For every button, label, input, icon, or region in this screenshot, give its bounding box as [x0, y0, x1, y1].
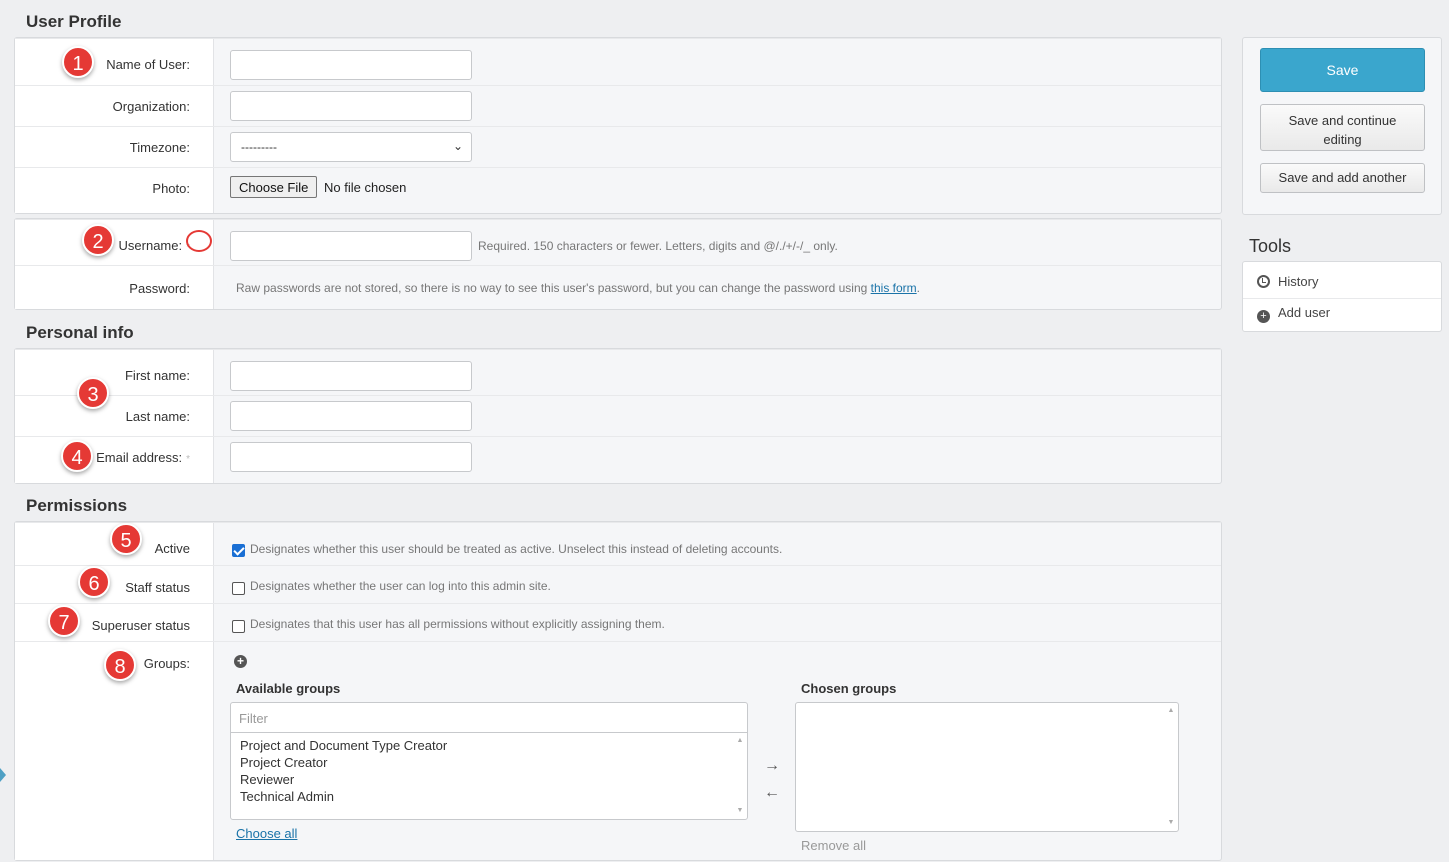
save-continue-button[interactable]: Save and continue editing: [1260, 104, 1425, 151]
section-title-user-profile: User Profile: [26, 12, 122, 31]
choose-file-button[interactable]: Choose File: [230, 176, 318, 198]
choose-all-link[interactable]: Choose all: [236, 826, 297, 841]
email-label: Email address: *: [0, 450, 190, 465]
chosen-groups-box[interactable]: ▲ ▼: [795, 702, 1179, 832]
last-name-label: Last name:: [125, 409, 190, 424]
scroll-up-icon[interactable]: ▲: [1166, 707, 1176, 714]
available-groups-box: Filter Project and Document Type Creator…: [230, 702, 748, 820]
available-groups-title: Available groups: [236, 681, 341, 696]
permissions-panel: Active Designates whether this user shou…: [14, 521, 1222, 861]
timezone-label: Timezone:: [129, 140, 190, 155]
scroll-down-icon[interactable]: ▼: [1166, 819, 1176, 826]
change-password-link[interactable]: this form: [871, 281, 917, 295]
arrow-right-icon[interactable]: →: [764, 757, 780, 775]
history-label: History: [1278, 274, 1319, 289]
timezone-select[interactable]: --------- ⌄: [230, 132, 472, 162]
scroll-up-icon[interactable]: ▲: [735, 737, 745, 744]
chosen-groups-title: Chosen groups: [801, 681, 897, 696]
list-item[interactable]: Technical Admin: [240, 789, 334, 804]
username-input[interactable]: [230, 231, 472, 261]
filter-placeholder: Filter: [239, 711, 268, 726]
username-help: Required. 150 characters or fewer. Lette…: [478, 239, 838, 253]
staff-status-checkbox[interactable]: [232, 582, 245, 595]
first-name-input[interactable]: [230, 361, 472, 391]
active-checkbox[interactable]: [232, 544, 245, 557]
photo-label: Photo:: [152, 181, 190, 196]
user-profile-panel: Name of User: Organization: Timezone: --…: [14, 37, 1222, 214]
name-of-user-input[interactable]: [230, 50, 472, 80]
actions-box: Save Save and continue editing Save and …: [1242, 37, 1442, 215]
filter-input[interactable]: Filter: [231, 703, 747, 733]
section-title-personal-info: Personal info: [26, 323, 134, 342]
highlight-circle: [186, 230, 212, 252]
annotation-badge-7: 7: [48, 605, 80, 637]
password-help: Raw passwords are not stored, so there i…: [236, 281, 920, 295]
sidebar-toggle-icon[interactable]: [0, 768, 6, 782]
clock-icon: [1257, 275, 1270, 288]
annotation-badge-3: 3: [77, 377, 109, 409]
save-button[interactable]: Save: [1260, 48, 1425, 92]
annotation-badge-4: 4: [61, 440, 93, 472]
superuser-status-checkbox[interactable]: [232, 620, 245, 633]
required-mark: *: [186, 454, 190, 465]
add-group-icon[interactable]: +: [234, 655, 247, 668]
organization-input[interactable]: [230, 91, 472, 121]
list-item[interactable]: Reviewer: [240, 772, 294, 787]
annotation-badge-5: 5: [110, 523, 142, 555]
list-item[interactable]: Project Creator: [240, 755, 327, 770]
superuser-status-label: Superuser status: [91, 618, 190, 633]
password-help-end: .: [916, 281, 920, 295]
groups-label: Groups:: [143, 656, 190, 671]
history-link[interactable]: History: [1257, 274, 1318, 289]
remove-all-link[interactable]: Remove all: [801, 838, 866, 853]
annotation-badge-8: 8: [104, 649, 136, 681]
file-status-text: No file chosen: [324, 180, 407, 195]
active-label: Active: [154, 541, 190, 556]
scroll-down-icon[interactable]: ▼: [735, 807, 745, 814]
username-label-text: Username:: [118, 238, 183, 253]
personal-info-panel: First name: Last name: Email address: *: [14, 348, 1222, 484]
email-input[interactable]: [230, 442, 472, 472]
chevron-down-icon: ⌄: [452, 139, 463, 153]
password-help-text: Raw passwords are not stored, so there i…: [236, 281, 868, 295]
annotation-badge-1: 1: [62, 46, 94, 78]
save-add-another-button[interactable]: Save and add another: [1260, 163, 1425, 193]
organization-label: Organization:: [112, 99, 190, 114]
tools-box: History + Add user: [1242, 261, 1442, 332]
superuser-status-help: Designates that this user has all permis…: [250, 617, 665, 631]
annotation-badge-2: 2: [82, 224, 114, 256]
email-label-text: Email address:: [96, 450, 183, 465]
staff-status-help: Designates whether the user can log into…: [250, 579, 551, 593]
timezone-value: ---------: [241, 140, 277, 154]
password-label: Password:: [129, 281, 190, 296]
annotation-badge-6: 6: [78, 566, 110, 598]
add-user-label: Add user: [1278, 305, 1331, 320]
last-name-input[interactable]: [230, 401, 472, 431]
active-help: Designates whether this user should be t…: [250, 542, 783, 556]
add-user-link[interactable]: + Add user: [1257, 305, 1330, 323]
section-title-permissions: Permissions: [26, 496, 128, 515]
plus-circle-icon: +: [1257, 310, 1270, 323]
arrow-left-icon[interactable]: ←: [764, 784, 780, 802]
tools-title: Tools: [1249, 236, 1292, 256]
name-of-user-label: Name of User:: [106, 57, 190, 72]
list-item[interactable]: Project and Document Type Creator: [240, 738, 447, 753]
